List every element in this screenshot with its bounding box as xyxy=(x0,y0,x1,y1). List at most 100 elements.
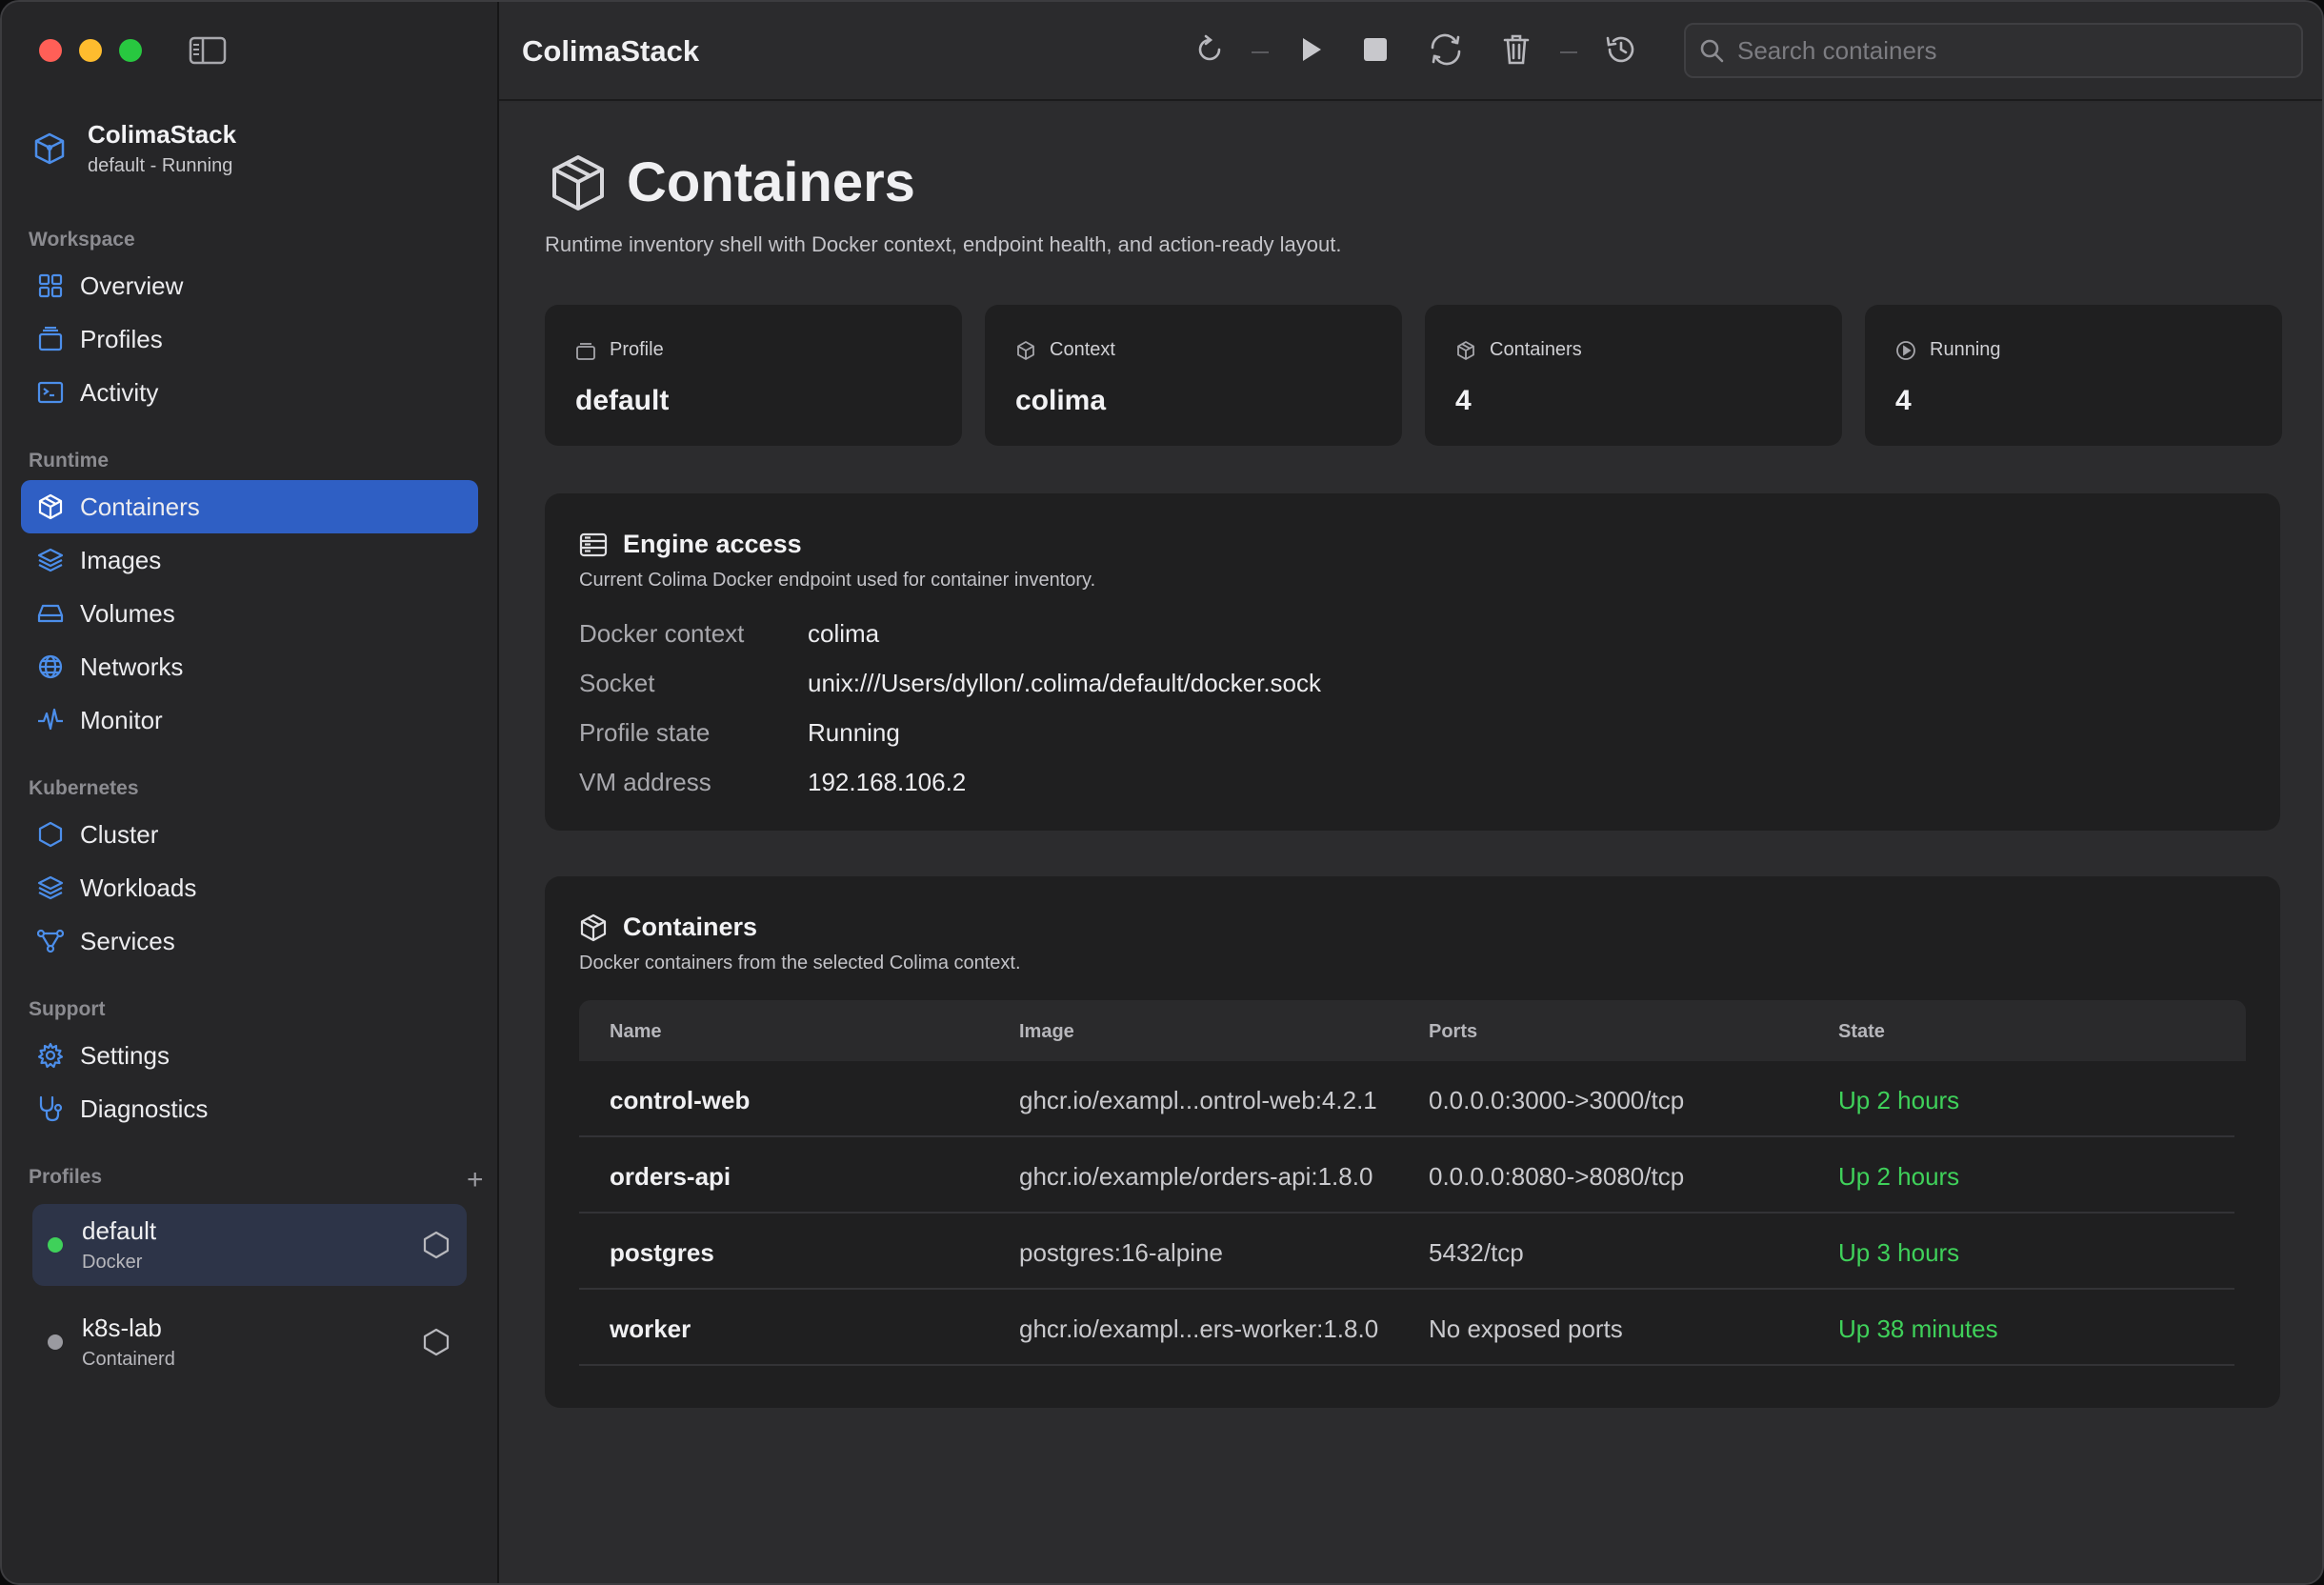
server-icon xyxy=(579,531,608,559)
sidebar-item-diagnostics[interactable]: Diagnostics xyxy=(21,1082,478,1135)
container-ports: 0.0.0.0:8080->8080/tcp xyxy=(1429,1162,1685,1191)
search-input[interactable] xyxy=(1737,35,2271,66)
kv-key: Docker context xyxy=(579,619,745,648)
sidebar-item-workloads[interactable]: Workloads xyxy=(21,861,478,914)
brand-title: ColimaStack xyxy=(88,120,237,149)
hexagon-icon xyxy=(36,820,65,849)
page-title: Containers xyxy=(627,151,915,213)
zoom-window-button[interactable] xyxy=(119,39,142,62)
sidebar: ColimaStack default - Running Workspace … xyxy=(2,2,499,1583)
history-icon[interactable] xyxy=(1600,29,1642,70)
minimize-window-button[interactable] xyxy=(79,39,102,62)
section-label-kubernetes: Kubernetes xyxy=(29,777,139,799)
box-icon xyxy=(36,492,65,521)
table-row[interactable]: orders-api ghcr.io/example/orders-api:1.… xyxy=(579,1137,2234,1214)
page-header: Containers xyxy=(549,150,915,214)
sidebar-item-label: Containers xyxy=(80,492,200,521)
profile-runtime: Containerd xyxy=(82,1349,175,1370)
column-header-state[interactable]: State xyxy=(1838,1021,1885,1043)
container-ports: 5432/tcp xyxy=(1429,1238,1524,1267)
kv-value: Running xyxy=(808,718,900,747)
container-image: ghcr.io/example/orders-api:1.8.0 xyxy=(1019,1162,1373,1191)
sidebar-item-cluster[interactable]: Cluster xyxy=(21,808,478,861)
sidebar-item-services[interactable]: Services xyxy=(21,914,478,968)
section-label-support: Support xyxy=(29,998,106,1020)
sidebar-item-label: Settings xyxy=(80,1040,170,1070)
grid-icon xyxy=(36,271,65,300)
kv-value: unix:///Users/dyllon/.colima/default/doc… xyxy=(808,669,1322,697)
sidebar-toggle-icon[interactable] xyxy=(189,36,227,65)
stat-label: Profile xyxy=(610,339,664,360)
table-header: Name Image Ports State xyxy=(579,1000,2246,1061)
sidebar-item-images[interactable]: Images xyxy=(21,533,478,587)
container-name: orders-api xyxy=(610,1162,731,1191)
drive-icon xyxy=(36,599,65,628)
box-icon xyxy=(1455,340,1476,361)
sidebar-item-settings[interactable]: Settings xyxy=(21,1029,478,1082)
add-profile-button[interactable]: + xyxy=(467,1164,484,1196)
panel-title: Engine access xyxy=(623,530,802,558)
stethoscope-icon xyxy=(36,1094,65,1123)
profile-runtime: Docker xyxy=(82,1252,143,1273)
stack-icon xyxy=(575,340,596,361)
profile-card-default[interactable]: default Docker xyxy=(32,1204,467,1286)
sidebar-item-label: Profiles xyxy=(80,324,163,353)
sidebar-item-monitor[interactable]: Monitor xyxy=(21,693,478,747)
layers-icon xyxy=(36,546,65,574)
hexagon-icon[interactable] xyxy=(421,1327,451,1357)
trash-icon[interactable] xyxy=(1495,29,1537,70)
sidebar-item-containers[interactable]: Containers xyxy=(21,480,478,533)
pulse-icon xyxy=(36,706,65,734)
container-ports: No exposed ports xyxy=(1429,1314,1623,1343)
column-header-ports[interactable]: Ports xyxy=(1429,1021,1477,1043)
engine-access-panel: Engine access Current Colima Docker endp… xyxy=(545,493,2280,831)
containers-panel: Containers Docker containers from the se… xyxy=(545,876,2280,1408)
sidebar-item-label: Cluster xyxy=(80,819,159,849)
window-controls xyxy=(39,39,142,62)
sidebar-item-label: Services xyxy=(80,926,175,955)
hexagon-icon[interactable] xyxy=(421,1230,451,1260)
restart-icon[interactable] xyxy=(1425,29,1467,70)
container-name: worker xyxy=(610,1314,691,1343)
sidebar-item-volumes[interactable]: Volumes xyxy=(21,587,478,640)
toolbar-separator xyxy=(1560,51,1577,53)
brand-subtitle: default - Running xyxy=(88,155,233,176)
layers-icon xyxy=(36,873,65,902)
profile-name: default xyxy=(82,1216,157,1245)
container-name: postgres xyxy=(610,1238,714,1267)
sidebar-item-profiles[interactable]: Profiles xyxy=(21,312,478,366)
stop-icon[interactable] xyxy=(1354,29,1396,70)
container-name: control-web xyxy=(610,1086,751,1114)
close-window-button[interactable] xyxy=(39,39,62,62)
profile-name: k8s-lab xyxy=(82,1314,162,1342)
kv-key: VM address xyxy=(579,768,711,796)
main-content: Containers Runtime inventory shell with … xyxy=(499,103,2322,1583)
sidebar-item-label: Workloads xyxy=(80,873,197,902)
profile-card-k8s-lab[interactable]: k8s-lab Containerd xyxy=(32,1301,467,1383)
panel-subtitle: Current Colima Docker endpoint used for … xyxy=(579,570,1096,591)
table-row[interactable]: worker ghcr.io/exampl...ers-worker:1.8.0… xyxy=(579,1290,2234,1366)
sidebar-item-overview[interactable]: Overview xyxy=(21,259,478,312)
stat-card-profile: Profile default xyxy=(545,305,962,446)
section-label-profiles: Profiles xyxy=(29,1166,103,1188)
container-state: Up 3 hours xyxy=(1838,1238,1960,1267)
sidebar-item-networks[interactable]: Networks xyxy=(21,640,478,693)
sidebar-item-label: Networks xyxy=(80,652,184,681)
gear-icon xyxy=(36,1041,65,1070)
container-image: ghcr.io/exampl...ers-worker:1.8.0 xyxy=(1019,1314,1379,1343)
search-field[interactable] xyxy=(1684,23,2303,78)
sidebar-item-activity[interactable]: Activity xyxy=(21,366,478,419)
sidebar-item-label: Overview xyxy=(80,271,184,300)
stat-label: Context xyxy=(1050,339,1115,360)
panel-subtitle: Docker containers from the selected Coli… xyxy=(579,953,1021,973)
table-row[interactable]: postgres postgres:16-alpine 5432/tcp Up … xyxy=(579,1214,2234,1290)
refresh-icon[interactable] xyxy=(1189,29,1231,70)
table-row[interactable]: control-web ghcr.io/exampl...ontrol-web:… xyxy=(579,1061,2234,1137)
kv-value: colima xyxy=(808,619,880,648)
play-icon[interactable] xyxy=(1290,29,1332,70)
toolbar-separator xyxy=(1252,51,1269,53)
sidebar-item-label: Volumes xyxy=(80,598,175,628)
column-header-name[interactable]: Name xyxy=(610,1021,661,1043)
column-header-image[interactable]: Image xyxy=(1019,1021,1074,1043)
page-subtitle: Runtime inventory shell with Docker cont… xyxy=(545,232,1342,256)
